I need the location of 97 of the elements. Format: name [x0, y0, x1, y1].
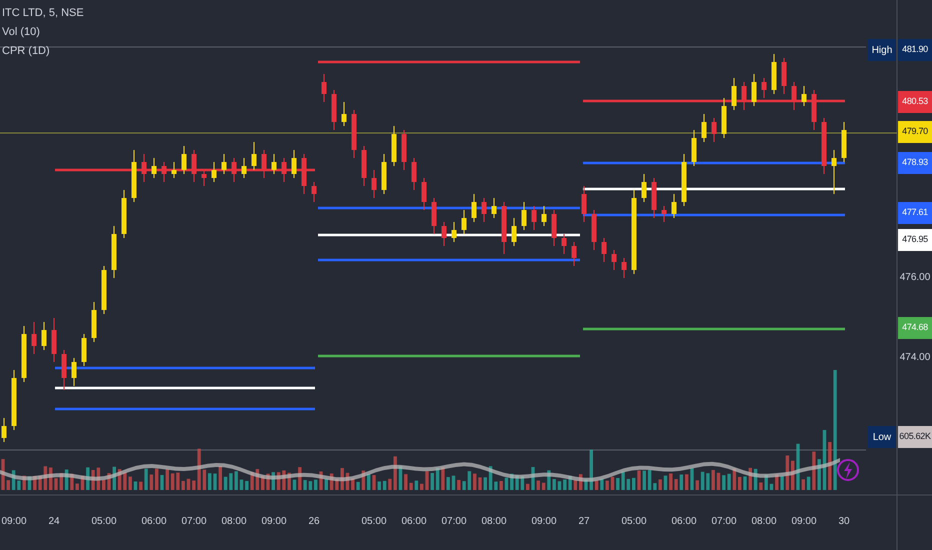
- time-axis-label: 09:00: [0, 515, 28, 529]
- candlestick: [62, 350, 66, 390]
- time-axis-label: 05:00: [620, 515, 648, 529]
- candlestick: [262, 150, 266, 178]
- candlestick: [462, 210, 466, 234]
- candlestick: [212, 162, 216, 182]
- price-axis-label: 476.00: [899, 271, 931, 285]
- candlestick: [422, 178, 426, 210]
- candlestick: [292, 150, 296, 178]
- time-axis-label: 09:00: [530, 515, 558, 529]
- candlestick: [322, 74, 326, 102]
- candlestick: [342, 102, 346, 126]
- candlestick: [432, 198, 436, 234]
- legend-label: Vol (10): [2, 25, 41, 40]
- time-axis-label: 26: [307, 515, 321, 529]
- price-tag: 478.93: [898, 152, 932, 174]
- candlestick: [182, 146, 186, 174]
- time-axis-label: 24: [47, 515, 61, 529]
- legend-label: ITC LTD, 5, NSE: [2, 6, 84, 21]
- price-tag: 476.95: [898, 229, 932, 251]
- candlestick: [792, 82, 796, 110]
- candlestick: [642, 174, 646, 202]
- time-axis-label: 05:00: [90, 515, 118, 529]
- candlestick: [162, 162, 166, 182]
- candlestick: [782, 58, 786, 94]
- time-axis-label: 30: [837, 515, 851, 529]
- candlestick: [72, 358, 76, 386]
- price-tag: 605.62K: [898, 426, 932, 448]
- candlestick: [542, 206, 546, 226]
- marker-label: High: [868, 39, 896, 61]
- time-axis-label: 27: [577, 515, 591, 529]
- price-tag: 481.90: [898, 39, 932, 61]
- candlestick: [252, 142, 256, 170]
- candlestick: [82, 334, 86, 366]
- legend-label: CPR (1D): [2, 44, 51, 59]
- time-axis-label: 09:00: [790, 515, 818, 529]
- candlestick: [42, 322, 46, 350]
- candlestick: [442, 222, 446, 246]
- candlestick: [492, 198, 496, 218]
- candlestick: [52, 318, 56, 362]
- time-axis-label: 06:00: [400, 515, 428, 529]
- candlestick: [412, 158, 416, 190]
- time-axis-label: 09:00: [260, 515, 288, 529]
- candlestick: [532, 206, 536, 230]
- price-tag: 474.68: [898, 317, 932, 339]
- time-axis-label: 08:00: [750, 515, 778, 529]
- candlestick: [282, 158, 286, 182]
- time-axis-label: 07:00: [710, 515, 738, 529]
- lightning-icon[interactable]: [837, 459, 859, 481]
- candlestick: [672, 194, 676, 218]
- price-tag: 479.70: [898, 121, 932, 143]
- time-axis-label: 07:00: [180, 515, 208, 529]
- candlestick: [702, 114, 706, 142]
- price-axis-label: 474.00: [899, 351, 931, 365]
- candlestick: [562, 234, 566, 254]
- time-axis-label: 07:00: [440, 515, 468, 529]
- time-axis-label: 05:00: [360, 515, 388, 529]
- price-tag: 477.61: [898, 202, 932, 224]
- candlestick: [472, 194, 476, 222]
- candlestick: [2, 418, 6, 442]
- candlestick: [172, 162, 176, 178]
- time-axis-label: 08:00: [220, 515, 248, 529]
- candlestick: [622, 258, 626, 278]
- time-axis-label: 06:00: [670, 515, 698, 529]
- candlestick: [582, 186, 586, 222]
- candlestick: [732, 78, 736, 110]
- candlestick: [522, 202, 526, 230]
- candlestick: [152, 158, 156, 178]
- candlestick: [272, 154, 276, 174]
- time-axis-label: 08:00: [480, 515, 508, 529]
- marker-label: Low: [868, 426, 896, 448]
- candlestick: [372, 170, 376, 198]
- candlestick: [192, 150, 196, 182]
- candlestick: [662, 206, 666, 222]
- candlestick: [612, 250, 616, 270]
- candlestick: [312, 182, 316, 202]
- candlestick: [232, 158, 236, 182]
- candlestick: [142, 154, 146, 182]
- candlestick: [832, 150, 836, 194]
- candlestick: [202, 170, 206, 186]
- candlestick: [602, 238, 606, 262]
- candlestick: [552, 210, 556, 246]
- candlestick: [242, 158, 246, 178]
- candlestick: [712, 118, 716, 142]
- candlestick: [752, 74, 756, 106]
- candlestick: [692, 130, 696, 166]
- price-tag: 480.53: [898, 91, 932, 113]
- candlestick: [802, 86, 806, 106]
- candlestick: [762, 78, 766, 98]
- candlestick: [222, 154, 226, 174]
- candlestick: [512, 218, 516, 246]
- candlestick: [32, 322, 36, 354]
- candlestick: [742, 82, 746, 110]
- candlestick: [452, 222, 456, 242]
- candlestick: [482, 198, 486, 222]
- time-axis-label: 06:00: [140, 515, 168, 529]
- candlestick: [572, 242, 576, 266]
